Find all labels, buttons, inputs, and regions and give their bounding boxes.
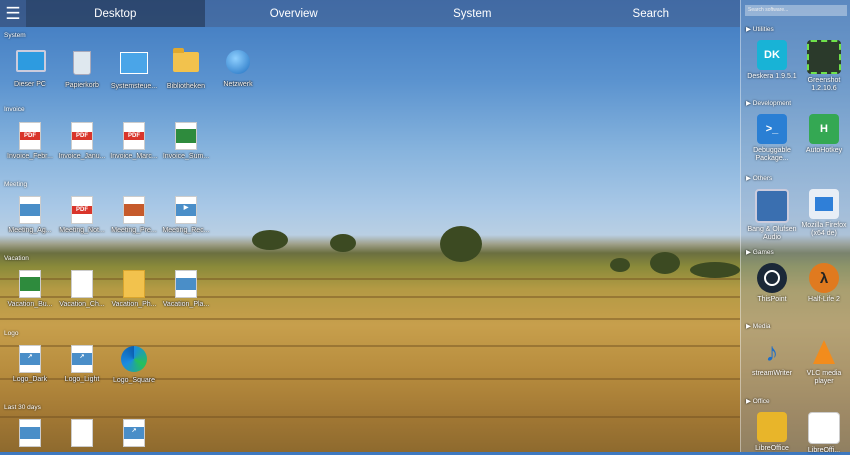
desktop-icon-recent-3[interactable]: ↗ — [108, 419, 160, 449]
section-label-meeting: Meeting — [4, 181, 28, 188]
app-deskera[interactable]: DK Deskera 1.9.5.1 — [746, 40, 798, 81]
music-note-icon: ♪ — [765, 336, 779, 367]
desktop-icon-logo-light[interactable]: ↗ Logo_Light — [56, 345, 108, 384]
section-label-system: System — [4, 32, 26, 39]
pdf-file-icon: PDF — [120, 122, 148, 150]
half-life-icon: λ — [809, 263, 839, 293]
image-file-icon: ↗ — [68, 345, 96, 373]
document-icon — [808, 412, 840, 444]
hamburger-icon[interactable]: ☰ — [0, 0, 26, 27]
desktop-icon-invoice-mar[interactable]: PDF Invoice_Marc... — [108, 122, 160, 161]
app-libreoffice-2[interactable]: LibreOffi... — [798, 412, 850, 455]
pdf-file-icon: PDF — [68, 122, 96, 150]
tab-desktop[interactable]: Desktop — [26, 0, 205, 27]
category-games[interactable]: ▶ Games — [746, 248, 774, 256]
control-panel-icon — [120, 52, 148, 80]
app-streamwriter[interactable]: ♪ streamWriter — [746, 337, 798, 378]
desktop-icon-invoice-sum[interactable]: Invoice_Sum... — [160, 122, 212, 161]
tab-system[interactable]: System — [383, 0, 562, 27]
tree — [650, 252, 680, 274]
video-file-icon: ▶ — [172, 196, 200, 224]
software-panel: Search software... ▶ Utilities DK Desker… — [740, 0, 850, 455]
desktop-icon-recent-1[interactable] — [4, 419, 56, 449]
computer-icon — [16, 50, 46, 78]
folder-icon — [757, 412, 787, 442]
desktop-icon-invoice-feb[interactable]: PDF Invoice_Febr... — [4, 122, 56, 161]
network-globe-icon — [224, 50, 252, 78]
desktop-icon-logo-dark[interactable]: ↗ Logo_Dark — [4, 345, 56, 384]
section-label-vacation: Vacation — [4, 255, 29, 262]
category-office[interactable]: ▶ Office — [746, 397, 770, 405]
pdf-file-icon: PDF — [16, 122, 44, 150]
desktop-icon-meeting-presentation[interactable]: Meeting_Pre... — [108, 196, 160, 235]
image-file-icon — [172, 270, 200, 298]
app-greenshot[interactable]: Greenshot 1.2.10.6 — [798, 40, 850, 93]
top-navigation: ☰ Desktop Overview System Search — [0, 0, 740, 27]
app-firefox[interactable]: Mozilla Firefox (x64 de) — [798, 189, 850, 238]
image-file-icon — [16, 196, 44, 224]
tree — [330, 234, 356, 252]
field-row — [0, 416, 740, 418]
section-label-logo: Logo — [4, 330, 19, 337]
field-row — [0, 318, 740, 320]
app-vlc[interactable]: VLC media player — [798, 337, 850, 386]
software-search-input[interactable]: Search software... — [745, 5, 847, 16]
app-bang-olufsen[interactable]: Bang & Olufsen Audio — [746, 189, 798, 242]
spreadsheet-file-icon — [172, 122, 200, 150]
autohotkey-icon: H — [809, 114, 839, 144]
text-file-icon — [68, 270, 96, 298]
powershell-icon: >_ — [757, 114, 787, 144]
monitor-icon — [755, 189, 789, 223]
desktop-icon-control-panel[interactable]: Systemsteue... — [108, 48, 160, 91]
tree — [252, 230, 288, 250]
category-others[interactable]: ▶ Others — [746, 174, 772, 182]
desktop-icon-logo-square[interactable]: Logo_Square — [108, 345, 160, 385]
app-half-life-2[interactable]: λ Half-Life 2 — [798, 263, 850, 304]
desktop-icon-vacation-photos[interactable]: Vacation_Ph... — [108, 270, 160, 309]
desktop-icon-this-pc[interactable]: Dieser PC — [4, 48, 56, 89]
image-file-icon: ↗ — [120, 419, 148, 447]
tab-overview[interactable]: Overview — [205, 0, 384, 27]
category-media[interactable]: ▶ Media — [746, 322, 771, 330]
desktop-icon-libraries[interactable]: Bibliotheken — [160, 48, 212, 91]
vlc-cone-icon — [809, 337, 839, 367]
desktop-icon-vacation-checklist[interactable]: Vacation_Ch... — [56, 270, 108, 309]
text-file-icon — [68, 419, 96, 447]
tree — [610, 258, 630, 272]
tree — [440, 226, 482, 262]
category-utilities[interactable]: ▶ Utilities — [746, 25, 774, 33]
greenshot-icon — [807, 40, 841, 74]
zip-folder-icon — [120, 270, 148, 298]
deskera-icon: DK — [757, 40, 787, 70]
desktop-icon-meeting-recording[interactable]: ▶ Meeting_Rec... — [160, 196, 212, 235]
image-file-icon: ↗ — [16, 345, 44, 373]
edge-browser-icon — [120, 346, 148, 374]
app-thispoint[interactable]: ThisPoint — [746, 263, 798, 304]
section-label-invoice: Invoice — [4, 106, 25, 113]
app-libreoffice[interactable]: LibreOffice — [746, 412, 798, 453]
pdf-file-icon: PDF — [68, 196, 96, 224]
desktop-icon-network[interactable]: Netzwerk — [212, 48, 264, 89]
recycle-bin-icon — [68, 51, 96, 79]
tree — [690, 262, 740, 278]
desktop-icon-vacation-plan[interactable]: Vacation_Pla... — [160, 270, 212, 309]
spreadsheet-file-icon — [16, 270, 44, 298]
steam-icon — [757, 263, 787, 293]
desktop-icon-meeting-agenda[interactable]: Meeting_Ag... — [4, 196, 56, 235]
desktop-icon-invoice-jan[interactable]: PDF Invoice_Janu... — [56, 122, 108, 161]
tab-search[interactable]: Search — [562, 0, 741, 27]
app-debuggable-package[interactable]: >_ Debuggable Package... — [746, 114, 798, 163]
app-autohotkey[interactable]: H AutoHotkey — [798, 114, 850, 155]
category-development[interactable]: ▶ Development — [746, 99, 791, 107]
desktop-icon-recent-2[interactable] — [56, 419, 108, 449]
firefox-window-icon — [809, 189, 839, 219]
desktop-icon-vacation-budget[interactable]: Vacation_Bu... — [4, 270, 56, 309]
image-file-icon — [16, 419, 44, 447]
folder-icon — [172, 48, 200, 80]
presentation-file-icon — [120, 196, 148, 224]
section-label-last-30-days: Last 30 days — [4, 404, 41, 411]
desktop-icon-recycle-bin[interactable]: Papierkorb — [56, 48, 108, 90]
desktop-icon-meeting-notes[interactable]: PDF Meeting_Not... — [56, 196, 108, 235]
